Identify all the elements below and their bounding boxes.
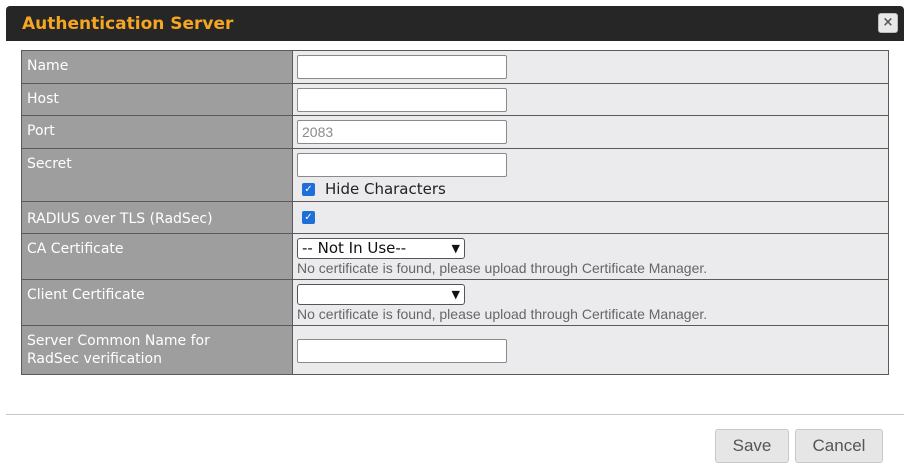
client-certificate-select[interactable]: ▼: [297, 284, 465, 305]
hide-characters-row: ✓ Hide Characters: [297, 180, 884, 198]
close-icon[interactable]: ×: [878, 13, 898, 33]
radsec-row: ✓: [297, 211, 884, 224]
radsec-checkbox[interactable]: ✓: [302, 211, 315, 224]
chevron-down-icon: ▼: [451, 288, 460, 301]
name-cell: [292, 50, 889, 84]
name-input[interactable]: [297, 55, 507, 79]
client-certificate-hint: No certificate is found, please upload t…: [297, 306, 708, 322]
ca-certificate-label: CA Certificate: [21, 233, 293, 280]
host-label: Host: [21, 83, 293, 116]
host-cell: [292, 83, 889, 116]
port-label: Port: [21, 115, 293, 149]
chevron-down-icon: ▼: [451, 242, 460, 255]
ca-certificate-hint: No certificate is found, please upload t…: [297, 260, 708, 276]
footer-divider: [6, 414, 904, 415]
dialog-title: Authentication Server: [22, 14, 234, 34]
server-common-name-label-line1: Server Common Name for: [27, 333, 210, 349]
radsec-label: RADIUS over TLS (RadSec): [21, 201, 293, 234]
dialog-titlebar: Authentication Server ×: [6, 6, 904, 41]
hide-characters-label: Hide Characters: [325, 180, 446, 198]
server-common-name-label-line2: RadSec verification: [27, 351, 162, 367]
ca-certificate-selected-value: -- Not In Use--: [302, 239, 407, 257]
auth-server-form: Name Host Port Secret ✓ Hide Characters …: [21, 50, 889, 375]
cancel-button[interactable]: Cancel: [795, 429, 883, 463]
host-input[interactable]: [297, 88, 507, 112]
port-input[interactable]: [297, 120, 507, 144]
port-cell: [292, 115, 889, 149]
server-common-name-label: Server Common Name for RadSec verificati…: [21, 325, 293, 375]
client-certificate-cell: ▼ No certificate is found, please upload…: [292, 279, 889, 326]
secret-label: Secret: [21, 148, 293, 202]
radsec-cell: ✓: [292, 201, 889, 234]
hide-characters-checkbox[interactable]: ✓: [302, 182, 315, 196]
client-certificate-label: Client Certificate: [21, 279, 293, 326]
secret-input[interactable]: [297, 153, 507, 177]
save-button[interactable]: Save: [715, 429, 789, 463]
name-label: Name: [21, 50, 293, 84]
server-common-name-cell: [292, 325, 889, 375]
ca-certificate-select[interactable]: -- Not In Use-- ▼: [297, 238, 465, 259]
secret-cell: ✓ Hide Characters: [292, 148, 889, 202]
server-common-name-input[interactable]: [297, 339, 507, 363]
ca-certificate-cell: -- Not In Use-- ▼ No certificate is foun…: [292, 233, 889, 280]
